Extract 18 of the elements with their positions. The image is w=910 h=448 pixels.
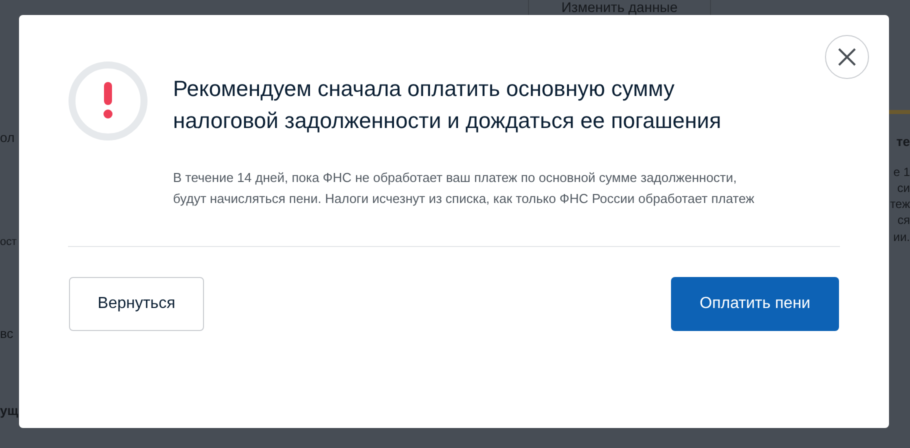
background-text: ии.: [893, 229, 910, 245]
pay-button[interactable]: Оплатить пени: [671, 277, 839, 331]
back-button[interactable]: Вернуться: [69, 277, 204, 331]
dialog-message: В течение 14 дней, пока ФНС не обработает ваш платеж по основной сумме задолженности, будут начисляться пени. Налоги исчезнут из списка, как только ФНС России обработает платеж: [173, 169, 756, 208]
background-text: ол: [0, 129, 15, 147]
background-text: ущ: [0, 402, 18, 420]
dialog-title: Рекомендуем сначала оплатить основную сумму налоговой задолженности и дождаться ее погашения: [173, 75, 722, 135]
close-button[interactable]: [825, 35, 869, 79]
close-icon: [838, 48, 856, 66]
alert-icon: [68, 61, 148, 141]
background-text: теж: [890, 196, 910, 212]
background-text: си: [897, 180, 910, 196]
background-text: ся: [898, 212, 910, 228]
background-text: те: [896, 133, 910, 151]
background-text: вс: [0, 325, 14, 343]
background-text: е 1: [893, 164, 910, 180]
background-text: ост: [0, 235, 17, 250]
accent-bar: [889, 110, 910, 114]
